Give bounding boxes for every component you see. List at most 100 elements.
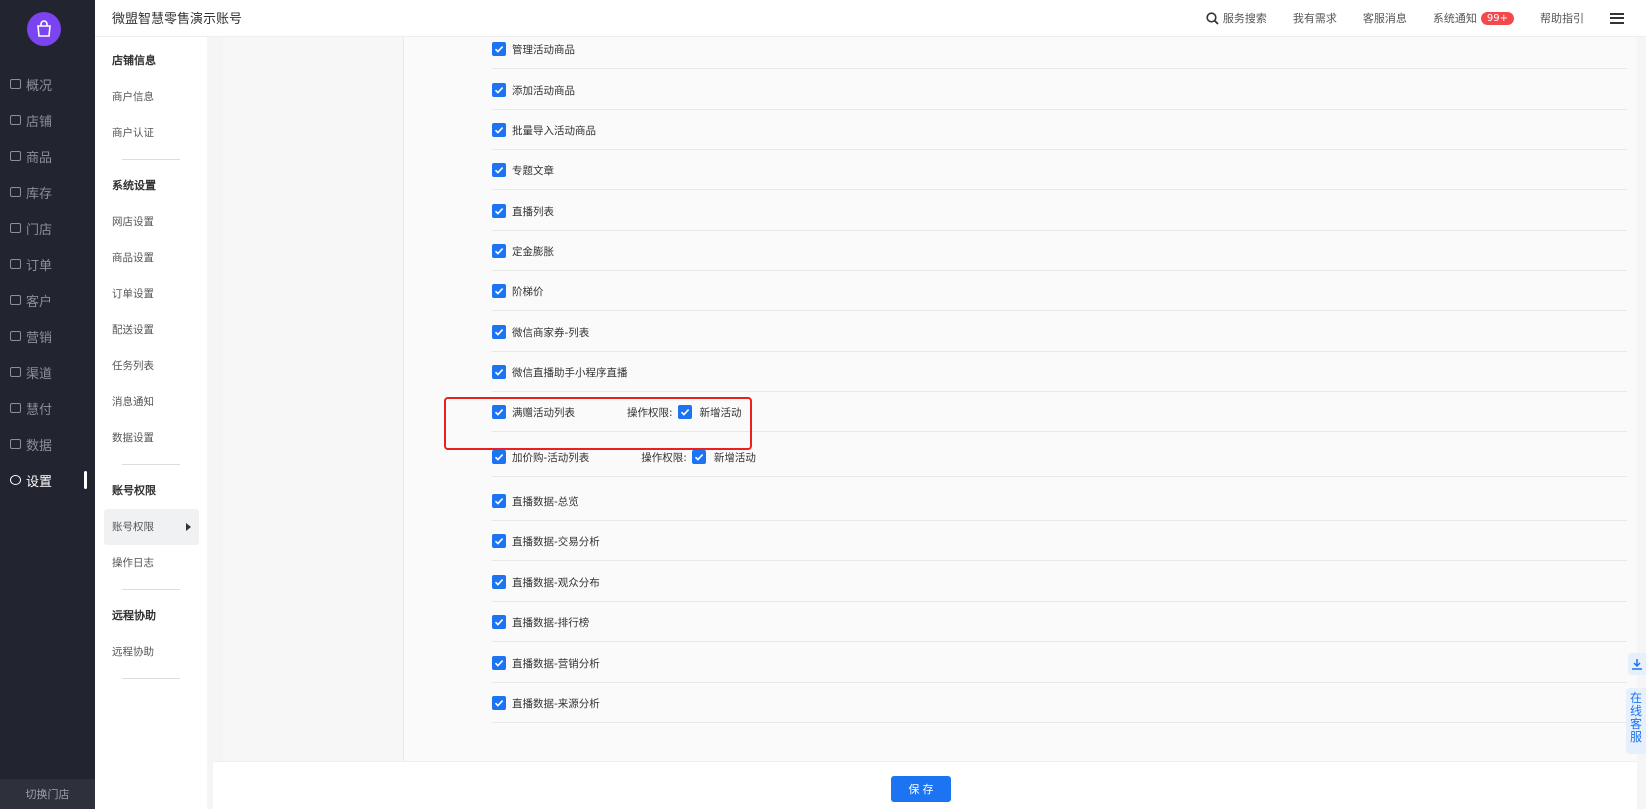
help-guide-link[interactable]: 帮助指引 xyxy=(1540,10,1584,26)
subnav-item-op-log[interactable]: 操作日志 xyxy=(104,545,199,581)
subnav-divider xyxy=(122,678,180,679)
nav-item[interactable]: 商品 xyxy=(0,138,95,174)
nav-item[interactable]: 数据 xyxy=(0,426,95,462)
nav-item[interactable]: 客户 xyxy=(0,282,95,318)
operation-permission-label: 操作权限: xyxy=(641,451,687,464)
row-divider xyxy=(492,270,1627,271)
nav-item[interactable]: 订单 xyxy=(0,246,95,282)
nav-item-label: 渠道 xyxy=(26,366,53,382)
row-divider xyxy=(492,560,1627,561)
top-links: 服务搜索 我有需求 客服消息 系统通知 99+ 帮助指引 xyxy=(1206,0,1646,36)
permission-checkbox[interactable] xyxy=(492,450,506,464)
form-label-column xyxy=(223,37,404,761)
service-search-link[interactable]: 服务搜索 xyxy=(1206,10,1267,26)
row-divider xyxy=(492,68,1627,69)
subnav-item-merchant-cert[interactable]: 商户认证 xyxy=(104,115,199,151)
nav-item-label: 数据 xyxy=(26,438,53,454)
save-button[interactable]: 保 存 xyxy=(891,776,951,802)
permission-checkbox[interactable] xyxy=(492,204,506,218)
permission-label: 微信商家券-列表 xyxy=(512,326,590,339)
top-bar: 微盟智慧零售演示账号 服务搜索 我有需求 客服消息 系统通知 99+ 帮助指引 xyxy=(95,0,1646,37)
nav-item-icon xyxy=(10,403,21,413)
operation-item-label: 新增活动 xyxy=(713,451,756,464)
switch-store-button[interactable]: 切换门店 xyxy=(0,779,95,809)
row-divider xyxy=(492,476,1627,477)
permission-checkbox[interactable] xyxy=(492,244,506,258)
app-title: 微盟智慧零售演示账号 xyxy=(112,12,243,27)
permission-checkbox[interactable] xyxy=(492,494,506,508)
nav-item[interactable]: 门店 xyxy=(0,210,95,246)
permission-checkbox[interactable] xyxy=(492,123,506,137)
permission-checkbox[interactable] xyxy=(492,83,506,97)
online-service-button[interactable]: 在线客服 xyxy=(1626,688,1646,754)
nav-item-label: 门店 xyxy=(26,222,53,238)
permission-checkbox[interactable] xyxy=(492,696,506,710)
subnav-item-delivery[interactable]: 配送设置 xyxy=(104,312,199,348)
subnav-item-tasks[interactable]: 任务列表 xyxy=(104,348,199,384)
permission-label: 直播数据-排行榜 xyxy=(512,616,590,629)
permission-checkbox[interactable] xyxy=(492,163,506,177)
nav-item-icon xyxy=(10,367,21,377)
permission-checkbox[interactable] xyxy=(492,615,506,629)
operation-checkbox[interactable] xyxy=(691,450,706,464)
permission-row: 直播列表 xyxy=(404,203,1637,219)
permission-checkbox[interactable] xyxy=(492,284,506,298)
store-logo-icon[interactable] xyxy=(27,12,61,46)
permission-label: 添加活动商品 xyxy=(512,84,575,97)
subnav-group-account: 账号权限 xyxy=(112,484,156,497)
nav-item[interactable]: 库存 xyxy=(0,174,95,210)
permission-checkbox[interactable] xyxy=(492,365,506,379)
permission-label: 阶梯价 xyxy=(512,285,544,298)
system-notify-link[interactable]: 系统通知 99+ xyxy=(1433,10,1514,26)
permission-label: 管理活动商品 xyxy=(512,43,575,56)
subnav-item-remote[interactable]: 远程协助 xyxy=(104,634,199,670)
nav-item-label: 设置 xyxy=(26,474,53,490)
permission-row: 直播数据-排行榜 xyxy=(404,614,1637,630)
row-divider xyxy=(492,682,1627,683)
nav-item-label: 库存 xyxy=(26,186,53,202)
subnav-item-messages[interactable]: 消息通知 xyxy=(104,384,199,420)
nav-item-label: 店铺 xyxy=(26,114,53,130)
subnav-item-order[interactable]: 订单设置 xyxy=(104,276,199,312)
subnav-item-web-store[interactable]: 网店设置 xyxy=(104,204,199,240)
highlight-box xyxy=(444,397,752,450)
permission-label: 直播数据-营销分析 xyxy=(512,657,600,670)
nav-item[interactable]: 店铺 xyxy=(0,102,95,138)
menu-icon[interactable] xyxy=(1610,10,1624,26)
subnav-item-data[interactable]: 数据设置 xyxy=(104,420,199,456)
permission-row: 直播数据-来源分析 xyxy=(404,695,1637,711)
nav-item-icon xyxy=(10,475,21,485)
row-divider xyxy=(492,189,1627,190)
service-search-label: 服务搜索 xyxy=(1222,12,1267,25)
permission-label: 加价购-活动列表 xyxy=(512,451,590,464)
subnav-group-remote: 远程协助 xyxy=(112,609,156,622)
download-icon[interactable] xyxy=(1628,653,1646,675)
cs-message-link[interactable]: 客服消息 xyxy=(1363,10,1407,26)
permission-row: 专题文章 xyxy=(404,162,1637,178)
subnav-item-merchant-info[interactable]: 商户信息 xyxy=(104,79,199,115)
permission-checkbox[interactable] xyxy=(492,325,506,339)
permission-checkbox[interactable] xyxy=(492,42,506,56)
subnav-group-system: 系统设置 xyxy=(112,179,156,192)
nav-item-icon xyxy=(10,439,21,449)
permission-label: 批量导入活动商品 xyxy=(512,124,596,137)
permission-row: 直播数据-总览 xyxy=(404,493,1637,509)
subnav-item-goods[interactable]: 商品设置 xyxy=(104,240,199,276)
permission-checkbox[interactable] xyxy=(492,656,506,670)
nav-item-label: 营销 xyxy=(26,330,53,346)
permission-checkbox[interactable] xyxy=(492,534,506,548)
row-divider xyxy=(492,109,1627,110)
permission-checkbox[interactable] xyxy=(492,575,506,589)
nav-item[interactable]: 渠道 xyxy=(0,354,95,390)
row-divider xyxy=(492,722,1627,723)
nav-item-label: 商品 xyxy=(26,150,53,166)
nav-item[interactable]: 营销 xyxy=(0,318,95,354)
subnav-item-account-perms[interactable]: 账号权限 xyxy=(104,509,199,545)
nav-item[interactable]: 概况 xyxy=(0,66,95,102)
my-needs-link[interactable]: 我有需求 xyxy=(1293,10,1337,26)
nav-item[interactable]: 慧付 xyxy=(0,390,95,426)
nav-item-icon xyxy=(10,223,21,233)
permission-row: 阶梯价 xyxy=(404,283,1637,299)
nav-item[interactable]: 设置 xyxy=(0,462,95,498)
nav-item-icon xyxy=(10,259,21,269)
